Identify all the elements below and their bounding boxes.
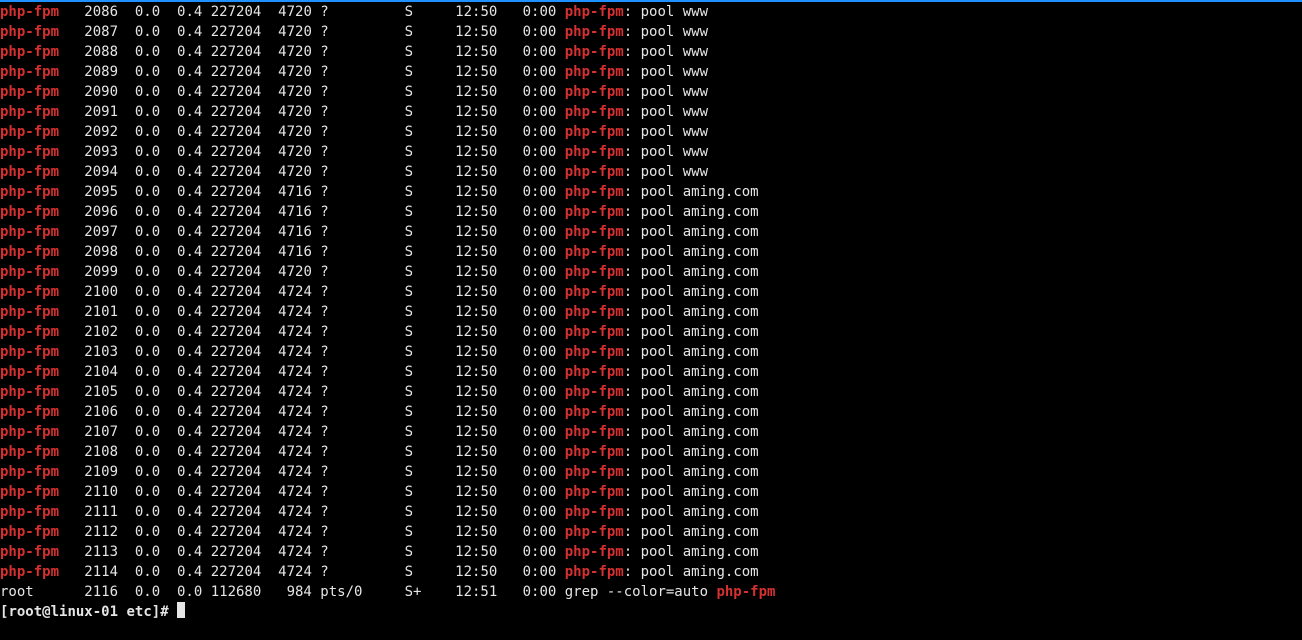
process-row: php-fpm 2099 0.0 0.4 227204 4720 ? S 12:… [0,262,1302,282]
process-row: php-fpm 2106 0.0 0.4 227204 4724 ? S 12:… [0,402,1302,422]
process-row: php-fpm 2113 0.0 0.4 227204 4724 ? S 12:… [0,542,1302,562]
process-row: php-fpm 2094 0.0 0.4 227204 4720 ? S 12:… [0,162,1302,182]
process-row: php-fpm 2092 0.0 0.4 227204 4720 ? S 12:… [0,122,1302,142]
shell-prompt[interactable]: [root@linux-01 etc]# [0,602,1302,622]
process-row: php-fpm 2097 0.0 0.4 227204 4716 ? S 12:… [0,222,1302,242]
process-row: php-fpm 2104 0.0 0.4 227204 4724 ? S 12:… [0,362,1302,382]
process-row: php-fpm 2107 0.0 0.4 227204 4724 ? S 12:… [0,422,1302,442]
process-row: php-fpm 2114 0.0 0.4 227204 4724 ? S 12:… [0,562,1302,582]
process-row: php-fpm 2111 0.0 0.4 227204 4724 ? S 12:… [0,502,1302,522]
process-row: php-fpm 2090 0.0 0.4 227204 4720 ? S 12:… [0,82,1302,102]
process-row: php-fpm 2102 0.0 0.4 227204 4724 ? S 12:… [0,322,1302,342]
process-row: php-fpm 2086 0.0 0.4 227204 4720 ? S 12:… [0,2,1302,22]
process-row: php-fpm 2108 0.0 0.4 227204 4724 ? S 12:… [0,442,1302,462]
process-row: php-fpm 2088 0.0 0.4 227204 4720 ? S 12:… [0,42,1302,62]
process-row: php-fpm 2103 0.0 0.4 227204 4724 ? S 12:… [0,342,1302,362]
process-row: php-fpm 2093 0.0 0.4 227204 4720 ? S 12:… [0,142,1302,162]
process-row: php-fpm 2100 0.0 0.4 227204 4724 ? S 12:… [0,282,1302,302]
prompt-host: linux-01 [51,604,118,620]
prompt-cwd: etc [126,604,151,620]
cursor-icon [177,602,185,618]
process-row: php-fpm 2096 0.0 0.4 227204 4716 ? S 12:… [0,202,1302,222]
process-row: php-fpm 2110 0.0 0.4 227204 4724 ? S 12:… [0,482,1302,502]
process-row: php-fpm 2089 0.0 0.4 227204 4720 ? S 12:… [0,62,1302,82]
process-row: php-fpm 2091 0.0 0.4 227204 4720 ? S 12:… [0,102,1302,122]
process-row: php-fpm 2098 0.0 0.4 227204 4716 ? S 12:… [0,242,1302,262]
process-row: php-fpm 2101 0.0 0.4 227204 4724 ? S 12:… [0,302,1302,322]
process-row: php-fpm 2087 0.0 0.4 227204 4720 ? S 12:… [0,22,1302,42]
terminal-output[interactable]: php-fpm 2086 0.0 0.4 227204 4720 ? S 12:… [0,0,1302,640]
prompt-symbol: # [160,604,168,620]
process-row: php-fpm 2105 0.0 0.4 227204 4724 ? S 12:… [0,382,1302,402]
process-row: php-fpm 2109 0.0 0.4 227204 4724 ? S 12:… [0,462,1302,482]
process-row: php-fpm 2112 0.0 0.4 227204 4724 ? S 12:… [0,522,1302,542]
process-row: php-fpm 2095 0.0 0.4 227204 4716 ? S 12:… [0,182,1302,202]
prompt-user: root [8,604,42,620]
process-row: root 2116 0.0 0.0 112680 984 pts/0 S+ 12… [0,582,1302,602]
